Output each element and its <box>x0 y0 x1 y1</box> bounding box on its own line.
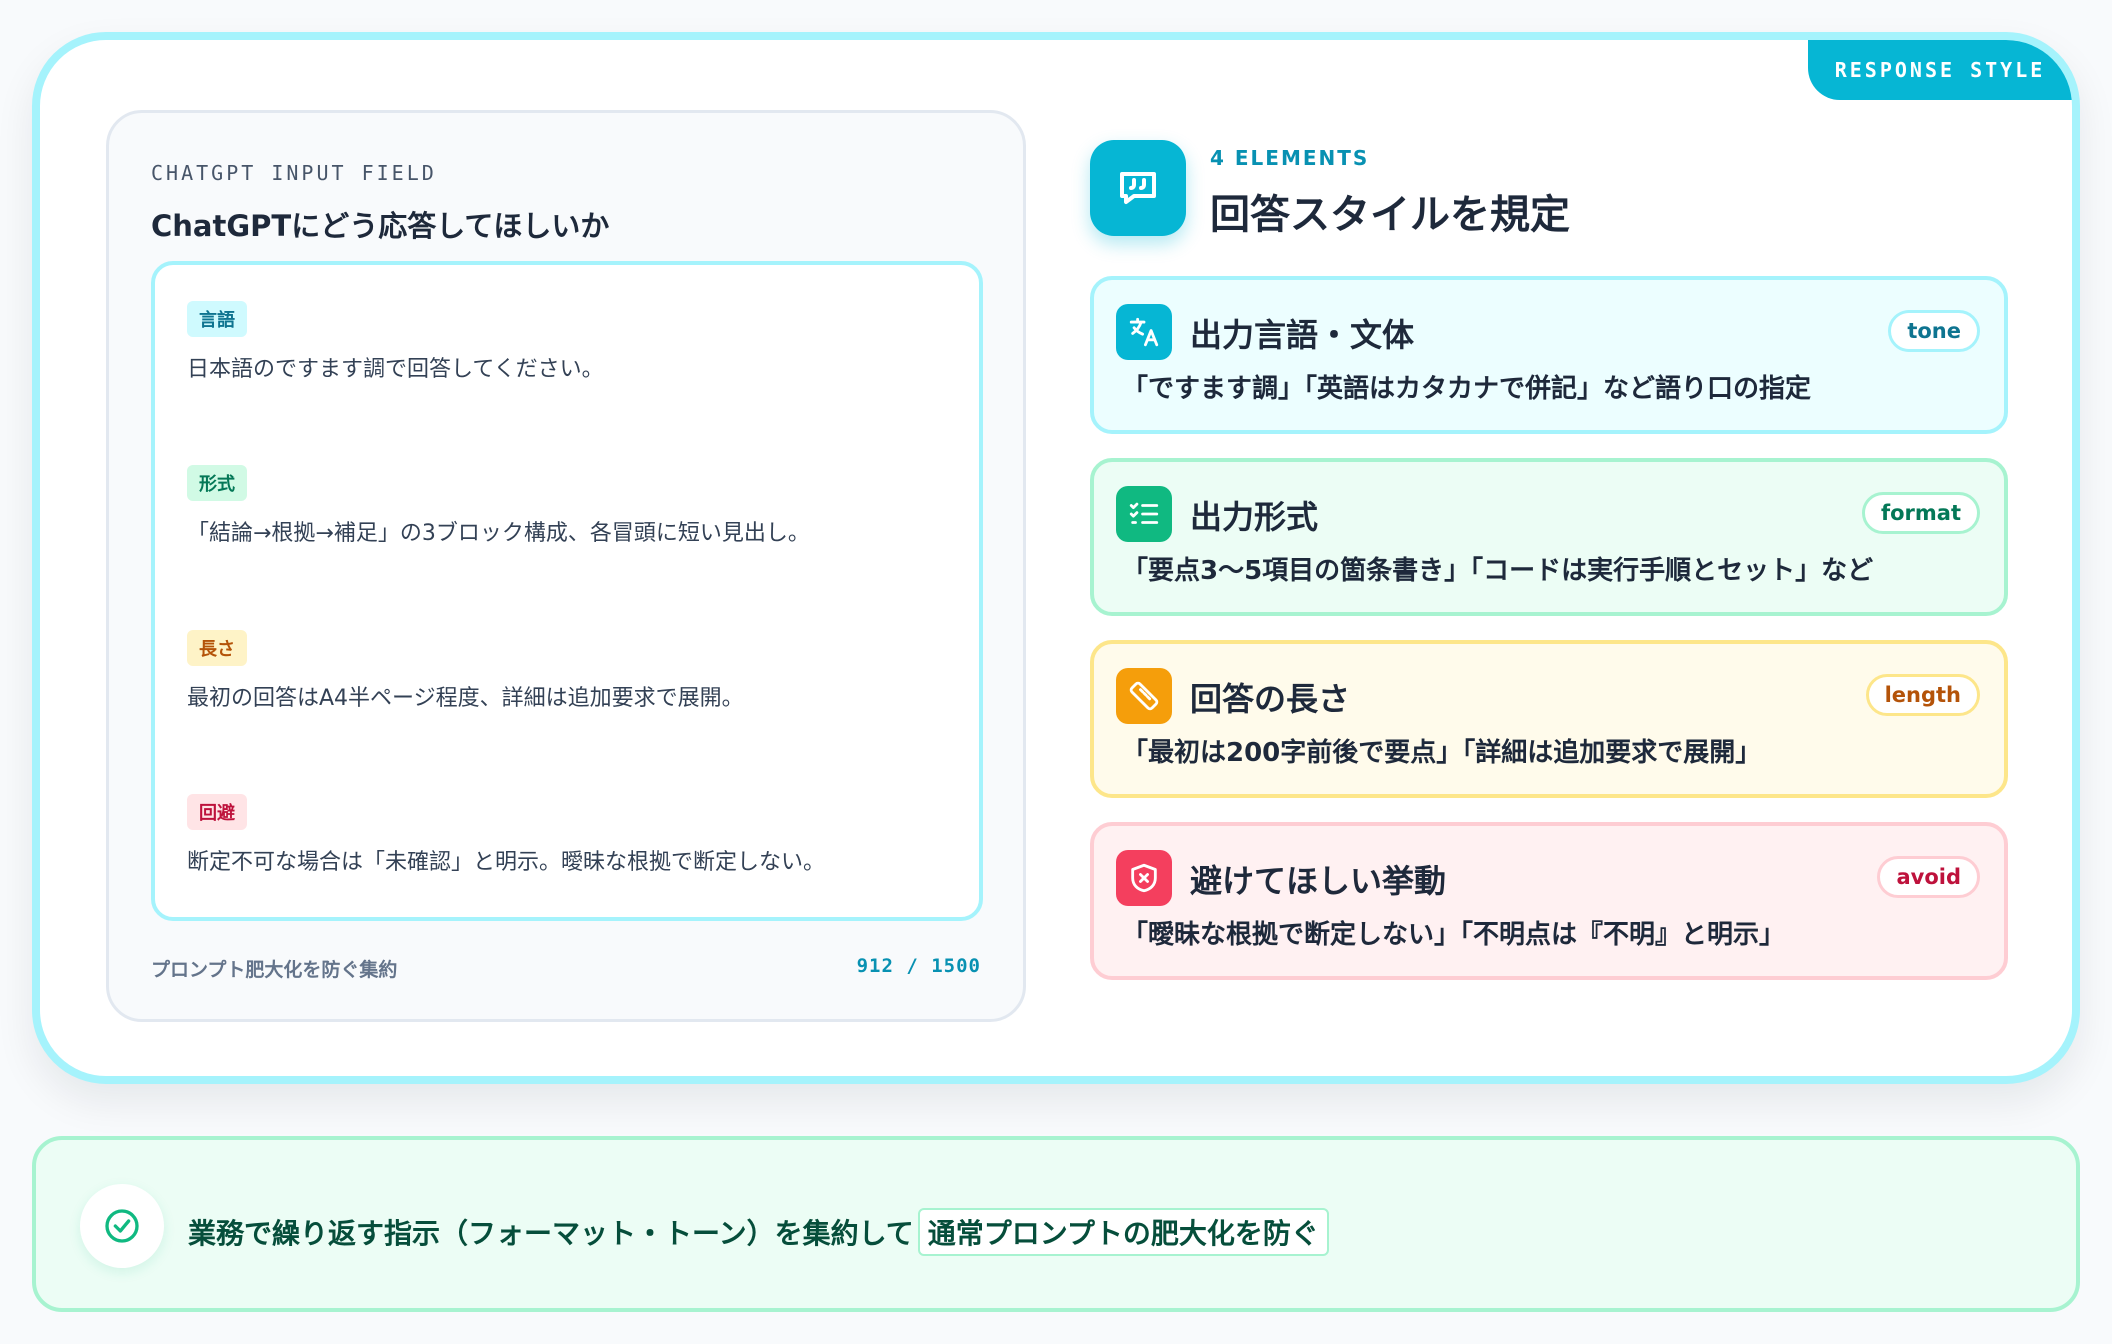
field-length: 長さ 最初の回答はA4半ページ程度、詳細は追加要求で展開。 <box>187 630 744 712</box>
element-desc: 「ですます調」「英語はカタカナで併記」など語り口の指定 <box>1122 374 1812 404</box>
element-desc: 「曖昧な根拠で断定しない」「不明点は『不明』と明示」 <box>1122 920 1786 950</box>
input-panel-title: ChatGPTにどう応答してほしいか <box>151 209 610 243</box>
element-title: 出力形式 <box>1190 498 1319 536</box>
field-format: 形式 「結論→根拠→補足」の3ブロック構成、各冒頭に短い見出し。 <box>187 465 810 547</box>
field-text: 断定不可な場合は「未確認」と明示。曖昧な根拠で断定しない。 <box>187 850 826 875</box>
field-tag: 回避 <box>187 794 247 830</box>
element-badge: format <box>1861 492 1980 534</box>
element-title: 回答の長さ <box>1190 680 1351 718</box>
input-footer-label: プロンプト肥大化を防ぐ集約 <box>151 959 398 981</box>
element-badge: length <box>1865 674 1980 716</box>
translate-icon <box>1116 304 1172 360</box>
checklist-icon <box>1116 486 1172 542</box>
field-tag: 長さ <box>187 630 247 666</box>
char-counter: 912 / 1500 <box>856 955 981 977</box>
field-text: 最初の回答はA4半ページ程度、詳細は追加要求で展開。 <box>187 686 744 711</box>
summary-text: 業務で繰り返す指示（フォーマット・トーン）を集約して 通常プロンプトの肥大化を防ぐ <box>188 1208 1329 1256</box>
ruler-icon <box>1116 668 1172 724</box>
input-panel: CHATGPT INPUT FIELD ChatGPTにどう応答してほしいか 言… <box>106 110 1026 1022</box>
shield-x-icon <box>1116 850 1172 906</box>
section-title: 回答スタイルを規定 <box>1210 192 1570 238</box>
instruction-input-box[interactable]: 言語 日本語のですます調で回答してください。 形式 「結論→根拠→補足」の3ブロ… <box>151 261 983 921</box>
summary-bar: 業務で繰り返す指示（フォーマット・トーン）を集約して 通常プロンプトの肥大化を防ぐ <box>32 1136 2080 1312</box>
element-card-avoid: 避けてほしい挙動 avoid 「曖昧な根拠で断定しない」「不明点は『不明』と明示… <box>1090 822 2008 980</box>
quote-bubble-icon <box>1090 140 1186 236</box>
element-badge: avoid <box>1877 856 1980 898</box>
main-card: RESPONSE STYLE CHATGPT INPUT FIELD ChatG… <box>32 32 2080 1084</box>
summary-lead: 業務で繰り返す指示（フォーマット・トーン）を集約して <box>188 1217 914 1250</box>
element-title: 出力言語・文体 <box>1190 316 1415 354</box>
element-title: 避けてほしい挙動 <box>1190 862 1447 900</box>
element-card-tone: 出力言語・文体 tone 「ですます調」「英語はカタカナで併記」など語り口の指定 <box>1090 276 2008 434</box>
field-text: 日本語のですます調で回答してください。 <box>187 357 604 382</box>
elements-kicker: 4 ELEMENTS <box>1210 146 1370 170</box>
input-panel-kicker: CHATGPT INPUT FIELD <box>151 161 437 185</box>
element-desc: 「最初は200字前後で要点」「詳細は追加要求で展開」 <box>1122 738 1762 768</box>
field-language: 言語 日本語のですます調で回答してください。 <box>187 301 604 383</box>
summary-highlight: 通常プロンプトの肥大化を防ぐ <box>917 1208 1329 1256</box>
element-card-format: 出力形式 format 「要点3〜5項目の箇条書き」「コードは実行手順とセット」… <box>1090 458 2008 616</box>
element-badge: tone <box>1888 310 1980 352</box>
element-desc: 「要点3〜5項目の箇条書き」「コードは実行手順とセット」など <box>1122 556 1874 586</box>
check-circle-icon <box>80 1184 164 1268</box>
field-avoid: 回避 断定不可な場合は「未確認」と明示。曖昧な根拠で断定しない。 <box>187 794 825 876</box>
element-card-length: 回答の長さ length 「最初は200字前後で要点」「詳細は追加要求で展開」 <box>1090 640 2008 798</box>
field-tag: 形式 <box>187 465 247 501</box>
field-text: 「結論→根拠→補足」の3ブロック構成、各冒頭に短い見出し。 <box>187 521 810 546</box>
field-tag: 言語 <box>187 301 247 337</box>
response-style-ribbon: RESPONSE STYLE <box>1808 40 2072 100</box>
